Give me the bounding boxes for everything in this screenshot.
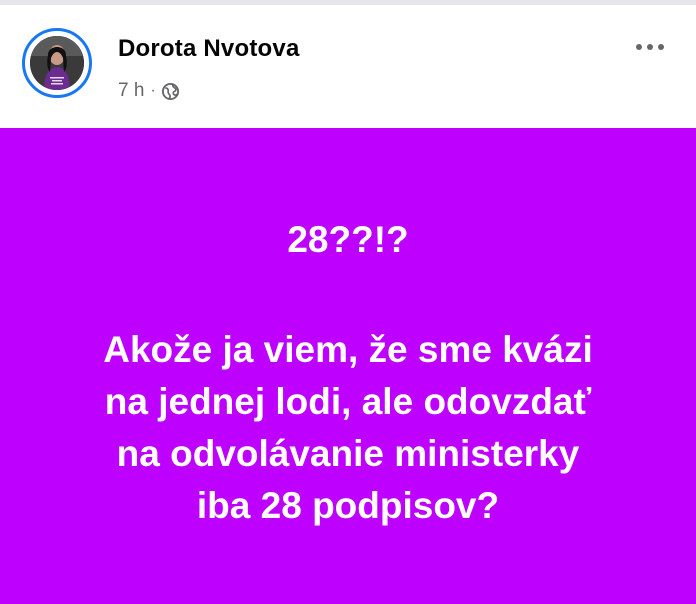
- more-options-button[interactable]: [628, 35, 672, 59]
- post-body-line: na odvolávanie ministerky: [116, 433, 580, 474]
- avatar: [30, 36, 84, 90]
- post-text-card: 28??!? Akože ja viem, že sme kvázi na je…: [0, 128, 696, 604]
- post-question-text: 28??!?: [287, 219, 409, 260]
- author-name-link[interactable]: Dorota Nvotova: [118, 35, 300, 63]
- more-horizontal-icon: [658, 44, 664, 50]
- post-meta: 7 h ·: [118, 79, 180, 103]
- post-header: Dorota Nvotova 7 h ·: [0, 5, 696, 128]
- author-avatar-button[interactable]: [22, 28, 92, 98]
- avatar-photo: [30, 36, 84, 90]
- more-horizontal-icon: [647, 44, 653, 50]
- post-body-line: na jednej lodi, ale odovzdať: [104, 381, 592, 422]
- post-body-text: Akože ja viem, že sme kvázi na jednej lo…: [0, 324, 696, 532]
- post-timestamp-link[interactable]: 7 h: [118, 80, 144, 102]
- globe-icon[interactable]: [161, 82, 180, 101]
- more-horizontal-icon: [636, 44, 642, 50]
- post-body-line: Akože ja viem, že sme kvázi: [103, 329, 593, 370]
- meta-separator: ·: [150, 82, 156, 99]
- post-body-line: iba 28 podpisov?: [196, 485, 500, 526]
